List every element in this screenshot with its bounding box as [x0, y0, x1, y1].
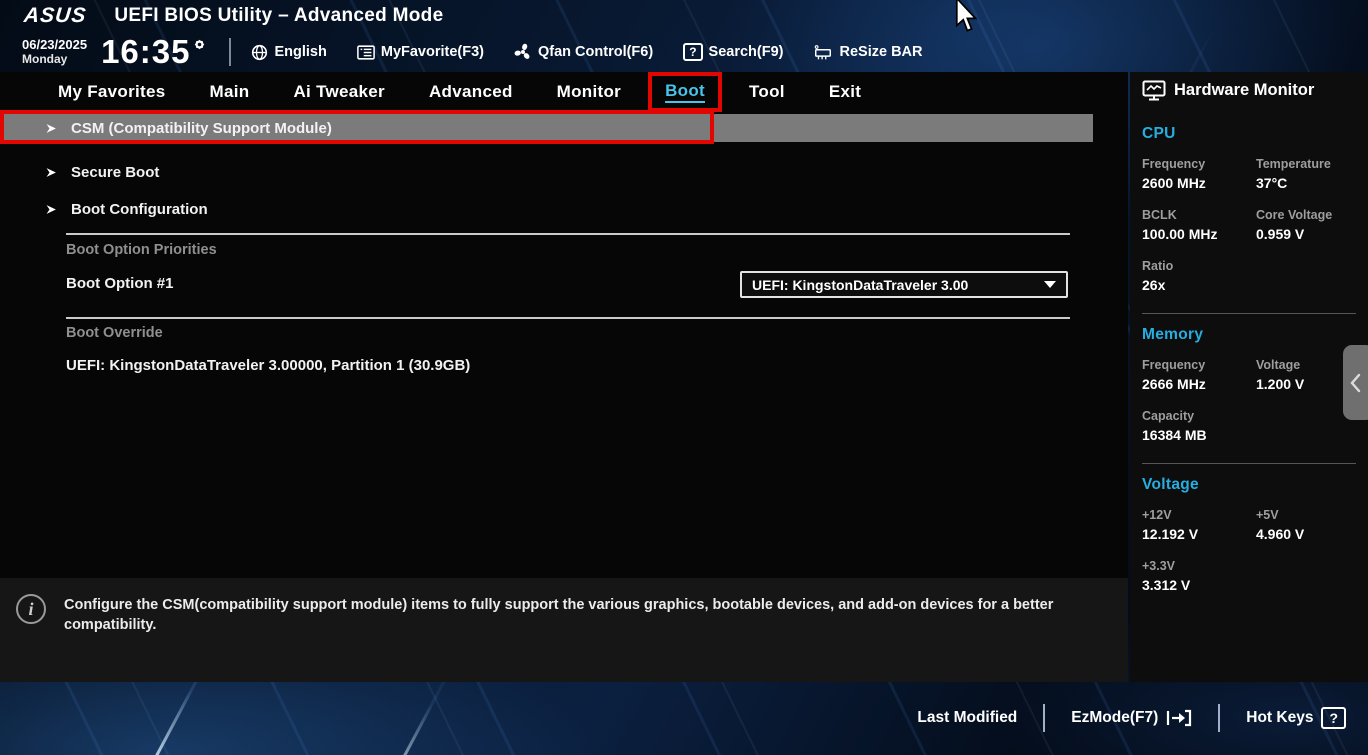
my-favorite-label: MyFavorite(F3) — [381, 44, 484, 60]
datetime-block: 06/23/2025 Monday 16:35 — [22, 33, 207, 71]
sidebar-collapse-handle[interactable] — [1343, 345, 1368, 420]
my-favorite-button[interactable]: MyFavorite(F3) — [357, 44, 484, 60]
dropdown-caret-icon — [1044, 281, 1056, 288]
submenu-arrow-icon — [46, 204, 57, 215]
hw-metric: Core Voltage 0.959 V — [1256, 208, 1368, 242]
bios-screen: ASUS UEFI BIOS Utility – Advanced Mode 0… — [0, 0, 1368, 755]
question-icon: ? — [1321, 707, 1346, 729]
chevron-left-icon — [1349, 373, 1361, 393]
tab-tool[interactable]: Tool — [749, 82, 785, 102]
clock-settings-gear-icon[interactable] — [192, 37, 207, 52]
submenu-arrow-icon — [46, 123, 57, 134]
current-day: Monday — [22, 53, 87, 67]
hw-metric: +3.3V 3.312 V — [1142, 559, 1256, 593]
hw-section-cpu: CPU — [1142, 125, 1368, 143]
question-icon: ? — [683, 43, 702, 61]
sidebar-divider — [1142, 463, 1356, 464]
last-modified-label: Last Modified — [917, 709, 1017, 727]
language-label: English — [274, 44, 326, 60]
hot-keys-button[interactable]: Hot Keys ? — [1220, 707, 1350, 729]
search-label: Search(F9) — [709, 44, 784, 60]
boot-tab-highlight-box: Boot — [648, 72, 722, 112]
statusbar-divider — [229, 38, 231, 66]
resize-bar-icon — [813, 44, 833, 61]
ez-mode-label: EzMode(F7) — [1071, 709, 1158, 727]
menu-item-label: Secure Boot — [71, 164, 159, 181]
globe-icon — [251, 44, 268, 61]
hardware-monitor-panel: Hardware Monitor CPU Frequency 2600 MHz … — [1130, 72, 1368, 682]
ez-mode-button[interactable]: EzMode(F7) — [1045, 709, 1218, 727]
boot-override-entry[interactable]: UEFI: KingstonDataTraveler 3.00000, Part… — [66, 357, 470, 374]
help-area: i Configure the CSM(compatibility suppor… — [0, 578, 1128, 682]
qfan-label: Qfan Control(F6) — [538, 44, 653, 60]
boot-option-priorities-header: Boot Option Priorities — [66, 242, 217, 258]
boot-option-1-dropdown[interactable]: UEFI: KingstonDataTraveler 3.00 — [740, 271, 1068, 298]
section-divider — [66, 317, 1070, 319]
main-panel: My Favorites Main Ai Tweaker Advanced Mo… — [0, 72, 1128, 682]
submenu-arrow-icon — [46, 167, 57, 178]
fan-icon — [514, 43, 532, 61]
hw-metric: Temperature 37°C — [1256, 157, 1368, 191]
tab-main[interactable]: Main — [210, 82, 250, 102]
menu-item-csm[interactable]: CSM (Compatibility Support Module) — [0, 114, 1093, 142]
boot-option-1-value: UEFI: KingstonDataTraveler 3.00 — [752, 277, 1038, 293]
hw-metric: +12V 12.192 V — [1142, 508, 1256, 542]
hw-section-memory: Memory — [1142, 326, 1368, 344]
tab-exit[interactable]: Exit — [829, 82, 861, 102]
hw-section-voltage: Voltage — [1142, 476, 1368, 494]
tab-advanced[interactable]: Advanced — [429, 82, 513, 102]
info-icon: i — [16, 594, 46, 624]
tab-bar: My Favorites Main Ai Tweaker Advanced Mo… — [0, 72, 1128, 112]
tab-ai-tweaker[interactable]: Ai Tweaker — [293, 82, 385, 102]
hw-metric: BCLK 100.00 MHz — [1142, 208, 1256, 242]
resize-bar-button[interactable]: ReSize BAR — [813, 44, 922, 61]
menu-item-label: CSM (Compatibility Support Module) — [71, 120, 332, 137]
menu-item-boot-configuration[interactable]: Boot Configuration — [0, 195, 208, 223]
qfan-control-button[interactable]: Qfan Control(F6) — [514, 43, 653, 61]
tab-boot[interactable]: Boot — [665, 81, 705, 101]
hardware-monitor-icon — [1142, 80, 1166, 101]
last-modified-button[interactable]: Last Modified — [891, 709, 1043, 727]
tab-monitor[interactable]: Monitor — [557, 82, 621, 102]
language-selector[interactable]: English — [251, 44, 326, 61]
status-bar: 06/23/2025 Monday 16:35 — [0, 32, 1368, 72]
hw-metric: Capacity 16384 MB — [1142, 409, 1256, 443]
asus-logo: ASUS — [23, 4, 88, 28]
boot-option-1-label: Boot Option #1 — [66, 275, 174, 292]
menu-item-label: Boot Configuration — [71, 201, 208, 218]
current-date: 06/23/2025 — [22, 38, 87, 53]
exit-arrow-icon — [1166, 709, 1192, 727]
title-bar: ASUS UEFI BIOS Utility – Advanced Mode — [0, 0, 1368, 32]
footer-bar: Last Modified EzMode(F7) Hot Keys ? — [891, 704, 1350, 732]
hardware-monitor-title: Hardware Monitor — [1174, 81, 1314, 100]
favorites-list-icon — [357, 45, 375, 60]
boot-override-header: Boot Override — [66, 325, 163, 341]
hw-metric: Frequency 2600 MHz — [1142, 157, 1256, 191]
sidebar-divider — [1142, 313, 1356, 314]
current-time: 16:35 — [101, 33, 190, 71]
section-divider — [66, 233, 1070, 235]
resize-bar-label: ReSize BAR — [839, 44, 922, 60]
hw-metric: Frequency 2666 MHz — [1142, 358, 1256, 392]
hw-metric: Ratio 26x — [1142, 259, 1256, 293]
hw-metric: +5V 4.960 V — [1256, 508, 1368, 542]
menu-item-secure-boot[interactable]: Secure Boot — [0, 158, 159, 186]
hot-keys-label: Hot Keys — [1246, 709, 1313, 727]
tab-my-favorites[interactable]: My Favorites — [58, 82, 166, 102]
help-text: Configure the CSM(compatibility support … — [64, 596, 1104, 682]
page-title: UEFI BIOS Utility – Advanced Mode — [114, 5, 443, 27]
search-button[interactable]: ? Search(F9) — [683, 43, 783, 61]
